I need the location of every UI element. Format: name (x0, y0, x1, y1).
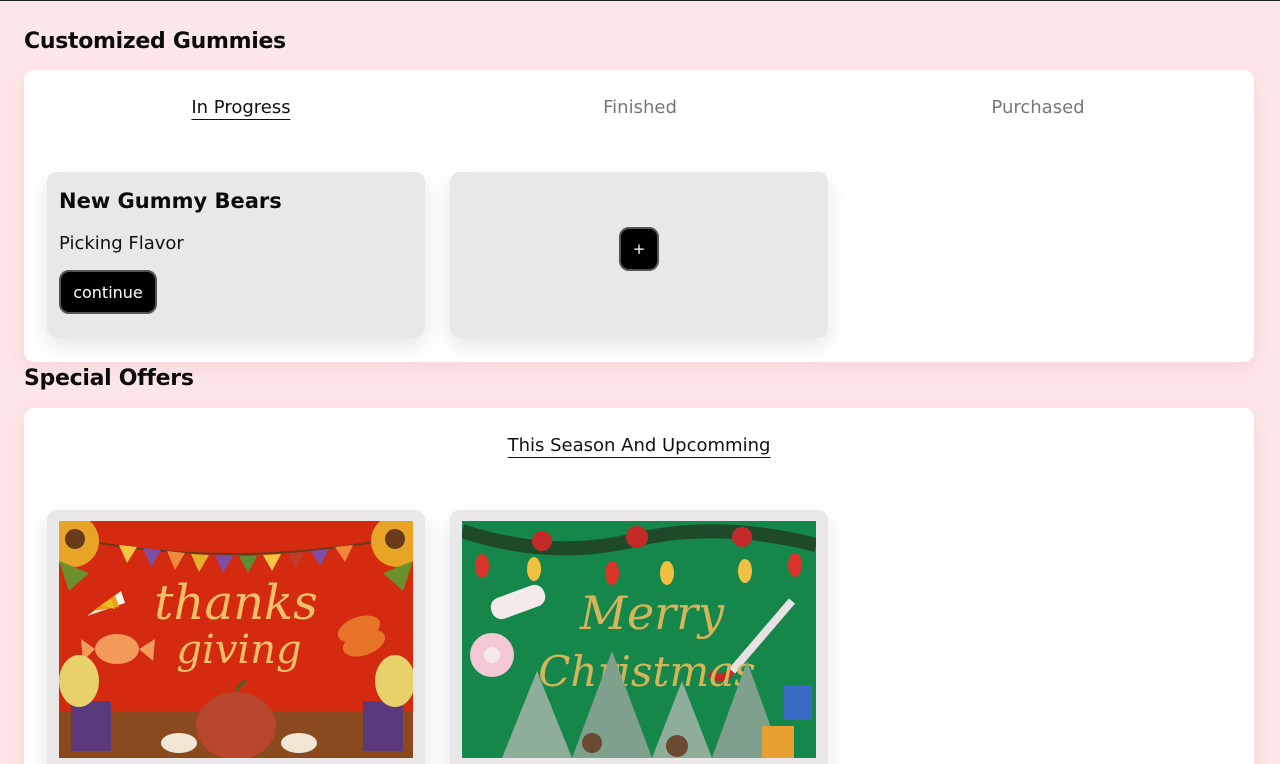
tab-in-progress[interactable]: In Progress (191, 97, 291, 120)
gummy-project-card: New Gummy Bears Picking Flavor continue (47, 172, 425, 338)
card-title: New Gummy Bears (59, 189, 282, 213)
offer-card-thanksgiving[interactable]: thanks giving (47, 510, 425, 764)
customized-gummies-title: Customized Gummies (24, 29, 286, 54)
continue-button[interactable]: continue (59, 270, 157, 314)
customized-gummies-panel: In Progress Finished Purchased New Gummy… (24, 70, 1254, 362)
tab-purchased[interactable]: Purchased (991, 97, 1084, 118)
add-project-card: + (450, 172, 828, 338)
special-offers-title: Special Offers (24, 366, 194, 391)
svg-text:giving: giving (176, 627, 301, 673)
card-status: Picking Flavor (59, 233, 184, 254)
special-offers-panel: This Season And Upcomming thanks giving … (24, 408, 1254, 764)
christmas-card-image: Merry Christmas (462, 521, 816, 758)
tab-finished[interactable]: Finished (603, 97, 677, 118)
svg-text:Christmas: Christmas (538, 647, 756, 696)
svg-text:Merry: Merry (579, 586, 725, 640)
add-button[interactable]: + (619, 227, 659, 271)
offer-card-christmas[interactable]: Merry Christmas (450, 510, 828, 764)
thanksgiving-card-image: thanks giving (59, 521, 413, 758)
tab-this-season[interactable]: This Season And Upcomming (507, 435, 771, 458)
svg-text:thanks: thanks (154, 575, 317, 631)
